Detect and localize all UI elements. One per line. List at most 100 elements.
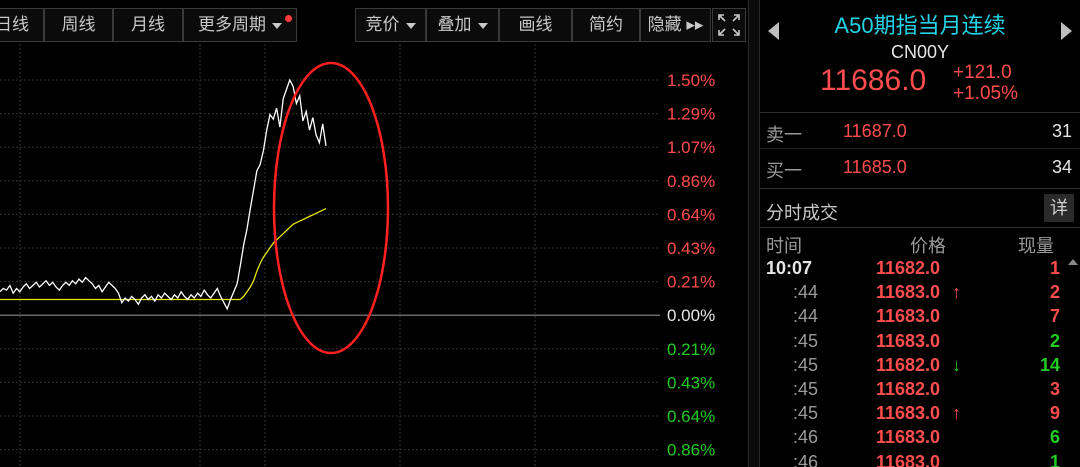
next-instrument-icon[interactable] — [1061, 22, 1072, 40]
simple-button-label: 简约 — [589, 15, 623, 34]
simple-button[interactable]: 简约 — [572, 8, 640, 42]
intraday-chart[interactable]: 1.50% 1.29% 1.07% 0.86% 0.64% 0.43% 0.21% 0.00%… — [0, 0, 748, 467]
ask-row[interactable]: 卖一 11687.0 31 — [760, 117, 1080, 147]
day-line-button[interactable]: 日线 — [0, 8, 44, 42]
trade-time: 10:07 — [766, 258, 813, 278]
trade-row[interactable]: :44 11683.0 2 ↑ — [760, 282, 1080, 306]
instrument-code: CN00Y — [890, 42, 950, 62]
y-tick-label: 0.21% — [667, 340, 715, 359]
arrow-down-icon: ↓ — [952, 354, 961, 375]
arrow-up-icon: ↑ — [952, 282, 961, 303]
col-time: 时间 — [766, 236, 802, 256]
bid-row[interactable]: 买一 11685.0 34 — [760, 153, 1080, 183]
trade-price: 11683.0 — [876, 451, 941, 467]
expand-icon[interactable] — [712, 8, 746, 42]
chart-grid — [0, 44, 660, 467]
trades-title: 分时成交 — [766, 203, 838, 223]
panel-divider[interactable] — [748, 0, 760, 467]
trade-row[interactable]: :44 11683.0 7 — [760, 306, 1080, 330]
trade-volume: 1 — [1049, 258, 1060, 278]
trade-time: :45 — [792, 379, 818, 399]
arrow-up-icon: ↑ — [952, 403, 961, 424]
trade-time: :45 — [792, 330, 818, 351]
y-axis-labels: 1.50% 1.29% 1.07% 0.86% 0.64% 0.43% 0.21% 0.00%… — [667, 71, 715, 460]
y-tick-label: 1.29% — [667, 105, 715, 124]
trade-price: 11682.0 — [876, 354, 941, 375]
y-tick-label: 1.07% — [667, 138, 715, 157]
y-tick-label: 0.64% — [667, 205, 715, 224]
notification-dot-icon — [285, 15, 292, 22]
trade-volume: 9 — [1049, 403, 1060, 424]
red-ellipse-annotation — [272, 61, 390, 355]
day-line-button-label: 日线 — [0, 15, 29, 34]
last-price: 11686.0 — [820, 64, 927, 97]
chevron-down-icon — [405, 22, 416, 29]
draw-line-button[interactable]: 画线 — [499, 8, 572, 42]
y-tick-label: 0.86% — [667, 172, 715, 191]
more-periods-button[interactable]: 更多周期 — [183, 8, 297, 42]
y-tick-label: 0.43% — [667, 373, 715, 392]
detail-button[interactable]: 详 — [1044, 194, 1074, 222]
ask-label: 卖一 — [766, 125, 802, 145]
instrument-name: A50期指当月连续 — [834, 13, 1006, 38]
trade-row[interactable]: :45 11683.0 9 ↑ — [760, 403, 1080, 427]
chevron-down-icon — [477, 22, 488, 29]
month-line-button-label: 月线 — [131, 15, 165, 34]
trade-row[interactable]: :46 11683.0 1 — [760, 452, 1080, 467]
y-tick-label: 0.00% — [667, 306, 715, 325]
trade-price: 11683.0 — [876, 330, 941, 351]
week-line-button[interactable]: 周线 — [44, 8, 113, 42]
divider — [760, 112, 1080, 113]
overlay-button-label: 叠加 — [437, 15, 472, 34]
trade-row[interactable]: :45 11683.0 2 — [760, 331, 1080, 355]
chevron-down-icon — [272, 22, 282, 29]
trade-price: 11683.0 — [876, 306, 941, 327]
week-line-button-label: 周线 — [61, 15, 96, 34]
col-volume: 现量 — [1018, 236, 1054, 256]
y-tick-label: 1.50% — [667, 71, 715, 90]
trade-price: 11682.0 — [876, 258, 941, 278]
trade-price: 11683.0 — [876, 403, 941, 424]
trade-price: 11682.0 — [876, 379, 941, 399]
y-tick-label: 0.43% — [667, 239, 715, 258]
divider — [760, 188, 1080, 189]
divider — [760, 227, 1080, 228]
ask-price: 11687.0 — [843, 121, 907, 141]
trade-time: :44 — [792, 306, 818, 327]
trade-time: :45 — [792, 403, 818, 424]
trade-row[interactable]: :45 11682.0 14 ↓ — [760, 355, 1080, 379]
trade-volume: 7 — [1049, 306, 1060, 327]
y-tick-label: 0.86% — [667, 441, 715, 460]
col-price: 价格 — [910, 236, 946, 256]
trade-volume: 1 — [1049, 451, 1060, 467]
hide-button-label: 隐藏 ▸▸ — [647, 15, 704, 34]
trade-row[interactable]: :45 11682.0 3 — [760, 379, 1080, 403]
change-percent: +1.05% — [953, 83, 1018, 104]
ask-qty: 31 — [1051, 121, 1072, 141]
month-line-button[interactable]: 月线 — [113, 8, 183, 42]
trade-time: :46 — [792, 451, 818, 467]
draw-line-button-label: 画线 — [518, 15, 553, 34]
y-tick-label: 0.21% — [667, 273, 715, 292]
trade-volume: 3 — [1049, 379, 1060, 399]
price-change: +121.0 +1.05% — [953, 62, 1018, 104]
trade-time: :45 — [792, 354, 818, 375]
divider — [760, 148, 1080, 149]
chart-toolbar: 日线 周线 月线 更多周期 竞价 叠加 画线 简约 隐藏 ▸▸ — [0, 0, 748, 44]
trade-volume: 2 — [1049, 282, 1060, 303]
bid-qty: 34 — [1051, 157, 1072, 177]
trade-time: :46 — [792, 427, 818, 448]
auction-button-label: 竞价 — [365, 15, 400, 34]
overlay-button[interactable]: 叠加 — [426, 8, 499, 42]
trade-row[interactable]: 10:07 11682.0 1 — [760, 258, 1080, 282]
bid-price: 11685.0 — [843, 157, 907, 177]
price-line — [0, 78, 327, 311]
change-absolute: +121.0 — [953, 62, 1012, 83]
trade-row[interactable]: :46 11683.0 6 — [760, 427, 1080, 451]
quote-panel: A50期指当月连续 CN00Y 11686.0 +121.0 +1.05% 卖一… — [760, 0, 1080, 467]
trade-volume: 14 — [1039, 354, 1060, 375]
hide-button[interactable]: 隐藏 ▸▸ — [640, 8, 711, 42]
more-periods-button-label: 更多周期 — [198, 15, 266, 34]
y-tick-label: 0.64% — [667, 407, 715, 426]
auction-button[interactable]: 竞价 — [355, 8, 426, 42]
